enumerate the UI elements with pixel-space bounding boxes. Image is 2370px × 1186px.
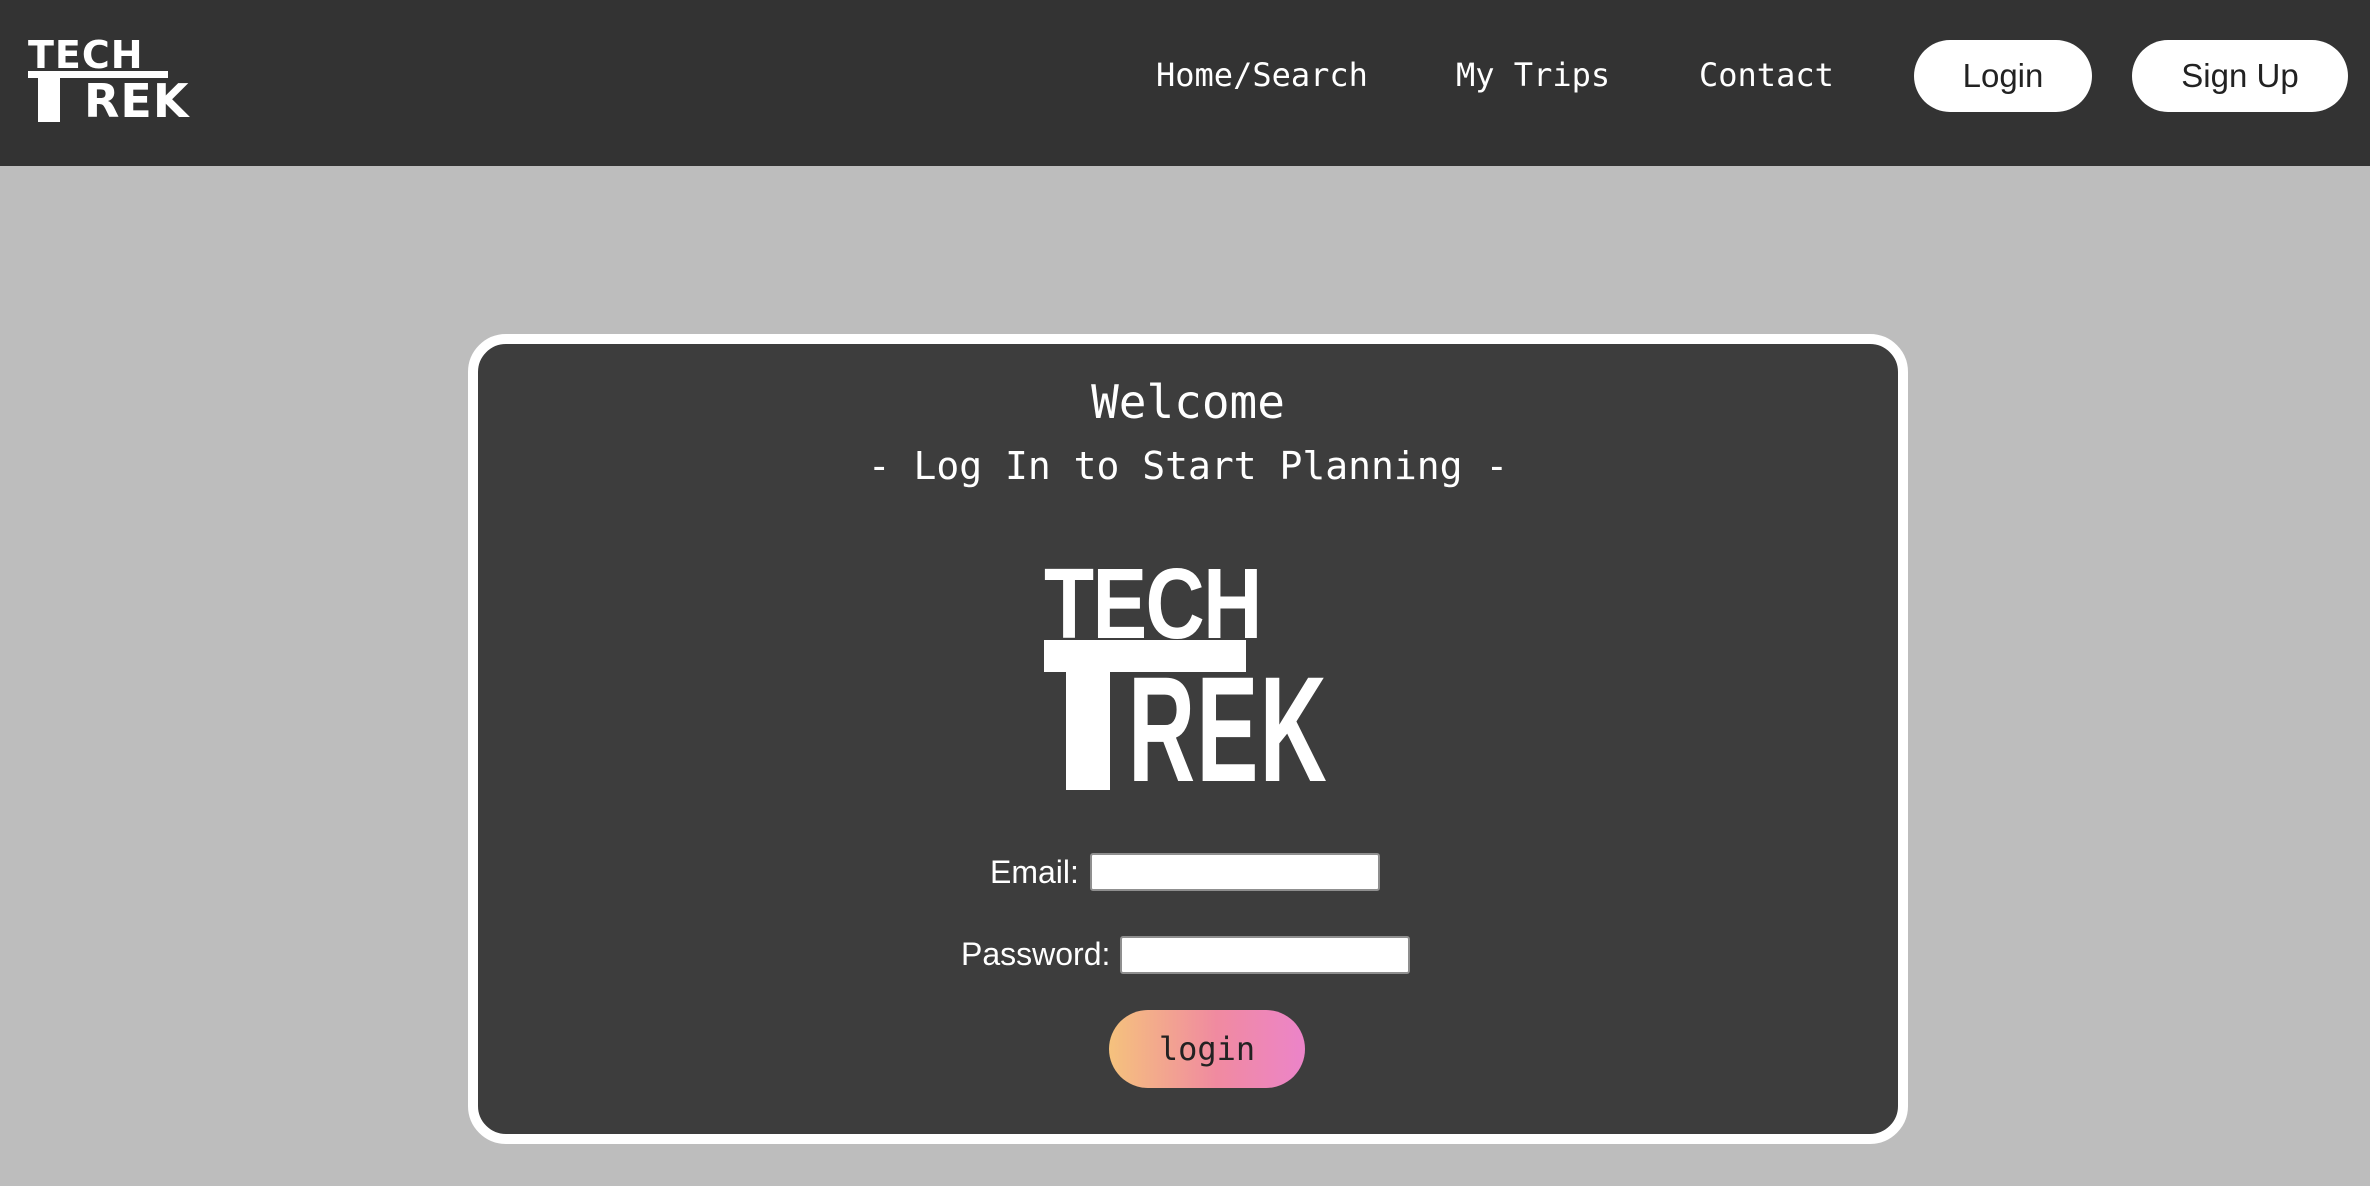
- logo-rek-text: REK: [84, 74, 190, 128]
- email-field[interactable]: [1090, 853, 1380, 891]
- top-navbar: TECH REK Home/Search My Trips Contact Lo…: [0, 0, 2370, 166]
- card-logo-t-stem: [1066, 668, 1110, 790]
- header-signup-button[interactable]: Sign Up: [2132, 40, 2348, 112]
- login-subtitle: - Log In to Start Planning -: [867, 444, 1509, 488]
- nav-my-trips[interactable]: My Trips: [1456, 50, 1610, 100]
- card-logo-rek-text: REK: [1128, 645, 1329, 813]
- login-submit-button[interactable]: login: [1109, 1010, 1305, 1088]
- password-label: Password:: [961, 936, 1111, 972]
- login-card: Welcome - Log In to Start Planning - TEC…: [468, 334, 1908, 1144]
- password-field[interactable]: [1120, 936, 1410, 974]
- email-label: Email:: [990, 854, 1079, 890]
- card-logo: TECH REK: [1044, 554, 1344, 804]
- nav-home-search[interactable]: Home/Search: [1156, 50, 1368, 100]
- header-login-button[interactable]: Login: [1914, 40, 2092, 112]
- card-logo-tech-text: TECH: [1044, 548, 1262, 660]
- techtrek-logo[interactable]: TECH REK: [28, 36, 228, 126]
- nav-contact[interactable]: Contact: [1699, 50, 1834, 100]
- logo-tech-text: TECH: [28, 33, 144, 77]
- logo-t-stem: [38, 74, 60, 122]
- welcome-title: Welcome: [1091, 375, 1285, 429]
